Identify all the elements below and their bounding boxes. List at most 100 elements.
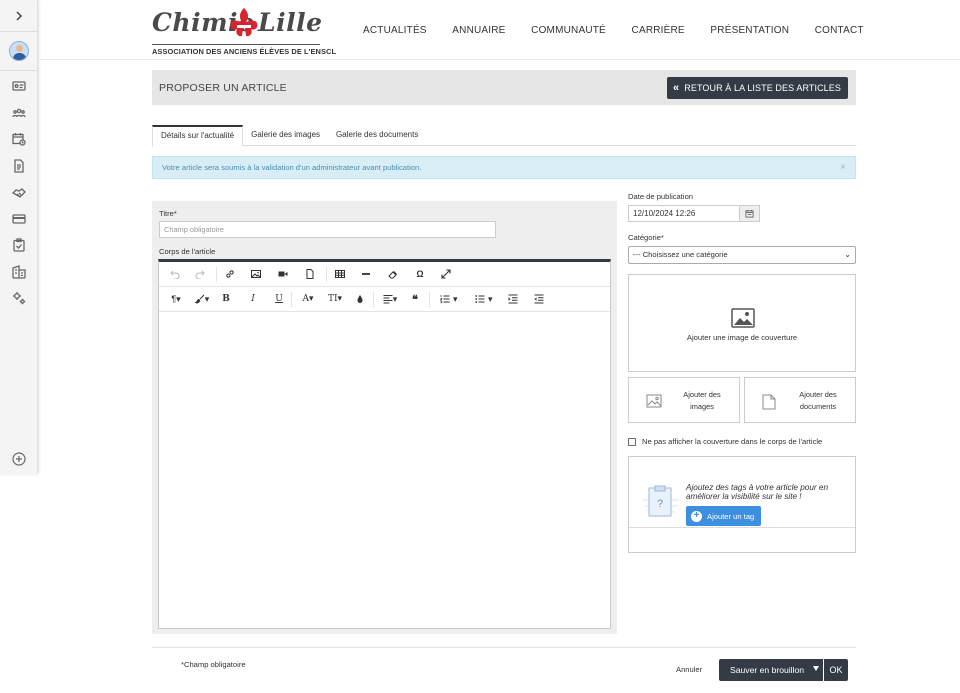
close-icon[interactable]: ×: [840, 157, 846, 178]
tags-panel: ? Ajoutez des tags à votre article pour …: [628, 456, 856, 553]
clipboard-check-icon[interactable]: [0, 232, 37, 259]
add-documents-line-2: documents: [799, 402, 837, 411]
date-value: 12/10/2024 12:26: [633, 209, 696, 218]
cancel-link[interactable]: Annuler: [676, 665, 702, 674]
article-form-panel: Titre* Champ obligatoire Corps de l'arti…: [152, 201, 617, 634]
toolbar-divider: [216, 267, 217, 282]
page-title: PROPOSER UN ARTICLE: [159, 82, 287, 94]
add-images-line-2: images: [690, 402, 714, 411]
article-tabs: Détails sur l'actualité Galerie des imag…: [152, 125, 856, 147]
title-input[interactable]: Champ obligatoire: [159, 221, 496, 238]
paragraph-style-icon[interactable]: ¶▾: [166, 287, 186, 311]
chevron-down-icon: ⌄: [844, 250, 851, 259]
add-documents-button[interactable]: Ajouter des documents: [744, 377, 856, 423]
plus-icon: +: [691, 510, 702, 522]
align-icon[interactable]: ▾: [379, 287, 401, 311]
toolbar-divider: [326, 267, 327, 282]
unordered-list-icon[interactable]: ▾: [470, 287, 498, 311]
image-placeholder-icon: [731, 308, 755, 328]
link-icon[interactable]: [222, 262, 238, 286]
image-icon[interactable]: [248, 262, 264, 286]
images-icon: [646, 394, 662, 408]
horizontal-rule-icon[interactable]: [358, 262, 374, 286]
handshake-icon[interactable]: [0, 179, 37, 206]
nav-communaute[interactable]: COMMUNAUTÉ: [531, 25, 606, 36]
logo-word-right: Lille: [258, 8, 323, 37]
logo-tagline: ASSOCIATION DES ANCIENS ÉLÈVES DE L'ENSC…: [152, 44, 336, 56]
toolbar-divider: [373, 292, 374, 307]
plus-circle-icon[interactable]: [0, 452, 38, 466]
back-to-list-button[interactable]: « RETOUR À LA LISTE DES ARTICLES: [667, 77, 848, 99]
document-outline-icon: [762, 394, 776, 410]
add-documents-line-1: Ajouter des: [799, 390, 837, 399]
settings-icon[interactable]: [0, 285, 37, 312]
add-cover-image-dropzone[interactable]: Ajouter une image de couverture: [628, 274, 856, 372]
file-icon[interactable]: [302, 262, 318, 286]
indent-icon[interactable]: [505, 287, 521, 311]
hide-cover-checkbox[interactable]: [628, 437, 636, 446]
special-char-icon[interactable]: Ω: [412, 262, 428, 286]
people-icon[interactable]: [0, 100, 37, 127]
font-color-icon[interactable]: A▾: [298, 287, 318, 311]
brush-icon[interactable]: ▾: [192, 287, 212, 311]
save-draft-button[interactable]: Sauver en brouillon: [719, 659, 823, 681]
hide-cover-checkbox-row[interactable]: Ne pas afficher la couverture dans le co…: [628, 437, 822, 446]
building-icon[interactable]: [0, 259, 37, 286]
rich-text-editor[interactable]: Ω ¶▾ ▾ B I U A▾ TI▾ ▾ ❝ ▾ ▾: [158, 259, 611, 629]
add-tag-button[interactable]: + Ajouter un tag: [686, 506, 761, 526]
add-images-button[interactable]: Ajouter des images: [628, 377, 740, 423]
eraser-icon[interactable]: [385, 262, 401, 286]
info-alert-text: Votre article sera soumis à la validatio…: [162, 163, 422, 172]
double-chevron-left-icon: «: [673, 82, 680, 94]
italic-icon[interactable]: I: [246, 287, 260, 311]
ordered-list-icon[interactable]: ▾: [435, 287, 463, 311]
tags-list-divider: [629, 527, 855, 528]
chevron-right-icon[interactable]: [0, 0, 37, 32]
add-images-line-1: Ajouter des: [683, 390, 721, 399]
tab-image-gallery[interactable]: Galerie des images: [243, 125, 328, 146]
nav-actualites[interactable]: ACTUALITÉS: [363, 25, 427, 36]
tab-document-gallery[interactable]: Galerie des documents: [328, 125, 426, 146]
caret-down-icon[interactable]: [813, 666, 819, 671]
add-cover-image-label: Ajouter une image de couverture: [686, 333, 798, 342]
table-icon[interactable]: [332, 262, 348, 286]
credit-card-icon[interactable]: [0, 206, 37, 233]
site-logo[interactable]: Chimie Lille ASSOCIATION DES ANCIENS ÉLÈ…: [152, 6, 336, 56]
tag-clipboard-illustration: ?: [643, 485, 679, 517]
date-label: Date de publication: [628, 192, 694, 201]
outdent-icon[interactable]: [531, 287, 547, 311]
back-to-list-label: RETOUR À LA LISTE DES ARTICLES: [684, 83, 841, 93]
tab-details[interactable]: Détails sur l'actualité: [152, 125, 244, 147]
tags-info-text: Ajoutez des tags à votre article pour en…: [686, 483, 828, 501]
undo-icon[interactable]: [167, 262, 183, 286]
redo-icon[interactable]: [192, 262, 208, 286]
footer-divider: [152, 647, 856, 648]
ok-button[interactable]: OK: [824, 659, 848, 681]
fullscreen-icon[interactable]: [438, 262, 454, 286]
id-card-icon[interactable]: [0, 73, 37, 100]
rail-divider: [0, 70, 37, 71]
avatar[interactable]: [8, 41, 29, 61]
hide-cover-label: Ne pas afficher la couverture dans le co…: [642, 437, 823, 446]
nav-presentation[interactable]: PRÉSENTATION: [710, 25, 789, 36]
document-icon[interactable]: [0, 153, 37, 180]
body-label: Corps de l'article: [159, 247, 216, 256]
highlight-drop-icon[interactable]: [353, 287, 367, 311]
calendar-icon[interactable]: [739, 206, 759, 221]
nav-contact[interactable]: CONTACT: [815, 25, 864, 36]
blockquote-icon[interactable]: ❝: [408, 287, 422, 311]
underline-icon[interactable]: U: [272, 287, 286, 311]
category-value: --- Choisissez une catégorie: [633, 250, 728, 259]
required-note: *Champ obligatoire: [181, 660, 246, 669]
nav-carriere[interactable]: CARRIÈRE: [632, 25, 685, 36]
category-select[interactable]: --- Choisissez une catégorie ⌄: [628, 246, 856, 264]
date-input[interactable]: 12/10/2024 12:26: [628, 205, 760, 222]
bold-icon[interactable]: B: [219, 287, 233, 311]
calendar-clock-icon[interactable]: [0, 126, 37, 153]
title-label: Titre*: [159, 209, 177, 218]
nav-annuaire[interactable]: ANNUAIRE: [452, 25, 505, 36]
main-nav: ACTUALITÉS ANNUAIRE COMMUNAUTÉ CARRIÈRE …: [363, 25, 889, 36]
add-tag-label: Ajouter un tag: [707, 511, 755, 521]
video-icon[interactable]: [275, 262, 291, 286]
font-size-icon[interactable]: TI▾: [324, 287, 346, 311]
